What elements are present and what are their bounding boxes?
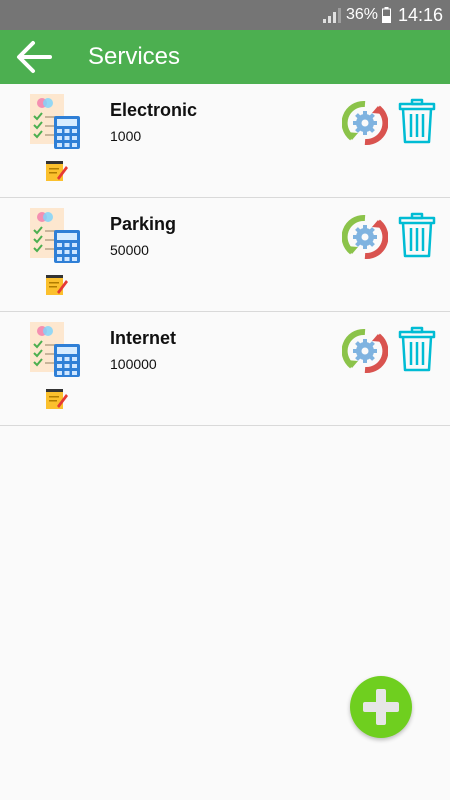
app-bar: Services xyxy=(0,30,450,84)
notepad-pen-icon xyxy=(46,275,68,295)
service-name: Electronic xyxy=(110,100,198,120)
calculator-checklist-icon xyxy=(30,94,80,149)
list-item-parking[interactable]: Parking 50000 xyxy=(0,198,450,312)
service-amount: 50000 xyxy=(110,242,149,258)
plus-icon xyxy=(363,689,399,725)
list-item-internet[interactable]: Internet 100000 xyxy=(0,312,450,426)
service-amount: 1000 xyxy=(110,128,142,144)
signal-icon xyxy=(323,8,341,23)
arrow-left-icon[interactable] xyxy=(14,38,54,76)
calculator-checklist-icon xyxy=(30,322,80,377)
status-bar: 36% 14:16 xyxy=(0,0,450,30)
refresh-gear-icon[interactable] xyxy=(342,100,388,146)
battery-percent: 36% xyxy=(346,6,379,23)
trash-icon[interactable] xyxy=(398,326,436,372)
notepad-pen-icon xyxy=(46,389,68,409)
calculator-checklist-icon xyxy=(30,208,80,263)
service-name: Parking xyxy=(110,214,177,234)
list-item-electronic[interactable]: Electronic 1000 xyxy=(0,84,450,198)
notepad-pen-icon xyxy=(46,161,68,181)
services-list: Electronic 1000 Parking 50000 Internet 1… xyxy=(0,84,450,426)
clock: 14:16 xyxy=(398,5,444,25)
refresh-gear-icon[interactable] xyxy=(342,214,388,260)
trash-icon[interactable] xyxy=(398,212,436,258)
service-name: Internet xyxy=(110,328,177,348)
service-amount: 100000 xyxy=(110,356,157,372)
add-service-button[interactable] xyxy=(350,676,412,738)
battery-icon xyxy=(382,7,391,23)
page-title: Services xyxy=(88,43,181,70)
trash-icon[interactable] xyxy=(398,98,436,144)
refresh-gear-icon[interactable] xyxy=(342,328,388,374)
